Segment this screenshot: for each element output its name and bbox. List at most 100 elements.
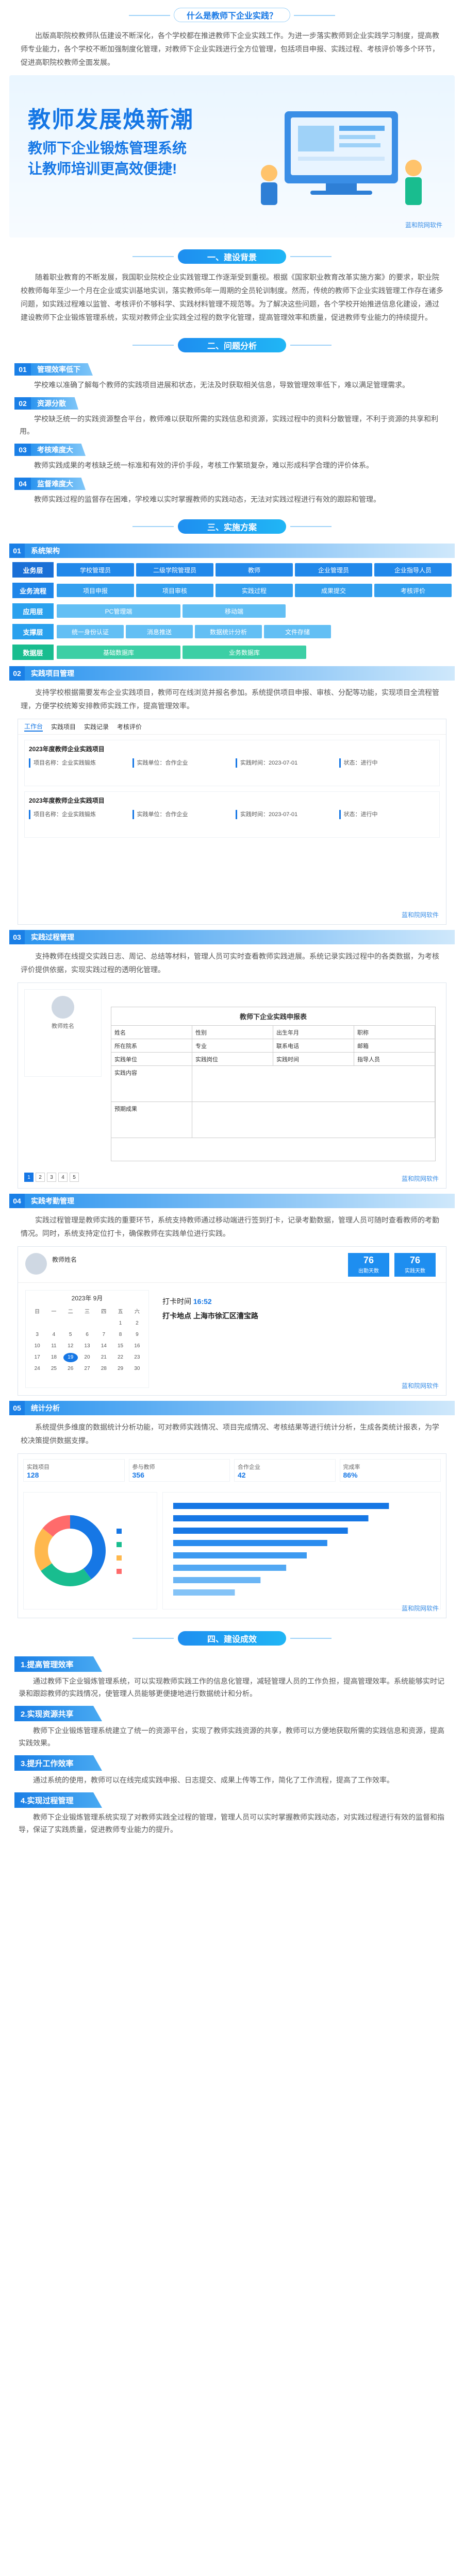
calendar-day[interactable]: 15 bbox=[113, 1342, 127, 1351]
page-button[interactable]: 4 bbox=[58, 1173, 68, 1182]
calendar-day[interactable]: 24 bbox=[30, 1364, 44, 1374]
table-cell: 实践单位 bbox=[111, 1053, 192, 1065]
arch-row: 业务层 学校管理员 二级学院管理员 教师 企业管理员 企业指导人员 bbox=[12, 561, 452, 579]
tab-projects[interactable]: 实践项目 bbox=[51, 722, 76, 731]
analysis-label: 资源分散 bbox=[31, 397, 78, 410]
stat-card: 完成率 86% bbox=[339, 1459, 441, 1482]
calendar-day[interactable]: 13 bbox=[80, 1342, 94, 1351]
project-card[interactable]: 2023年度教师企业实践项目 项目名称：企业实践锻炼 实践单位：合作企业 实践时… bbox=[24, 740, 440, 786]
calendar-day[interactable]: 12 bbox=[63, 1342, 78, 1351]
hero-subtitle-1: 教师下企业锻炼管理系统 bbox=[28, 140, 187, 156]
arch-row-label: 支撑层 bbox=[12, 624, 54, 639]
legend-swatch bbox=[117, 1529, 122, 1534]
arch-item: 二级学院管理员 bbox=[136, 563, 213, 577]
table-cell: 专业 bbox=[192, 1039, 273, 1052]
page-button[interactable]: 2 bbox=[36, 1173, 45, 1182]
calendar-day[interactable]: 11 bbox=[46, 1342, 61, 1351]
calendar-day[interactable]: 17 bbox=[30, 1353, 44, 1362]
calendar-day[interactable]: 28 bbox=[96, 1364, 111, 1374]
analysis-num: 03 bbox=[14, 444, 31, 456]
summary-item: 3.提升工作效率 通过系统的使用，教师可以在线完成实践申报、日志提交、成果上传等… bbox=[14, 1755, 450, 1786]
table-cell: 指导人员 bbox=[354, 1053, 435, 1065]
intro-text: 出版高职院校教师队伍建设不断深化，各个学校都在推进教师下企业实践工作。为进一步落… bbox=[21, 31, 439, 66]
arch-row-label: 数据层 bbox=[12, 645, 54, 660]
project-field: 实践时间：2023-07-01 bbox=[236, 758, 332, 768]
architecture-diagram: 业务层 学校管理员 二级学院管理员 教师 企业管理员 企业指导人员 业务流程 项… bbox=[12, 561, 452, 661]
tab-records[interactable]: 实践记录 bbox=[84, 722, 109, 731]
stat-card: 合作企业 42 bbox=[234, 1459, 336, 1482]
analysis-item: 04 监督难度大 教师实践过程的监督存在困难，学校难以实时掌握教师的实践动态，无法… bbox=[14, 477, 450, 505]
calendar-day[interactable]: 21 bbox=[96, 1353, 111, 1362]
calendar-day[interactable]: 23 bbox=[130, 1353, 144, 1362]
page-button[interactable]: 5 bbox=[70, 1173, 79, 1182]
form-title: 教师下企业实践申报表 bbox=[111, 1007, 435, 1026]
analysis-text: 学校难以准确了解每个教师的实践项目进展和状态，无法及时获取相关信息，导致管理效率… bbox=[34, 381, 409, 389]
legend-swatch bbox=[117, 1542, 122, 1547]
table-row: 实践单位 实践岗位 实践时间 指导人员 bbox=[111, 1053, 435, 1066]
calendar-day[interactable]: 7 bbox=[96, 1330, 111, 1340]
hero-logo: 蓝和院网软件 bbox=[405, 222, 442, 229]
analysis-item: 03 考核难度大 教师实践成果的考核缺乏统一标准和有效的评价手段，考核工作繁琐复杂… bbox=[14, 443, 450, 471]
analysis-num: 04 bbox=[14, 478, 31, 490]
arch-item: 教师 bbox=[216, 563, 293, 577]
weekday: 一 bbox=[51, 1309, 57, 1315]
page-button[interactable]: 3 bbox=[47, 1173, 56, 1182]
calendar-day[interactable]: 22 bbox=[113, 1353, 127, 1362]
arch-item: 成果提交 bbox=[295, 584, 372, 597]
avatar bbox=[52, 996, 74, 1019]
project-card[interactable]: 2023年度教师企业实践项目 项目名称：企业实践锻炼 实践单位：合作企业 实践时… bbox=[24, 791, 440, 838]
tab-workbench[interactable]: 工作台 bbox=[24, 722, 43, 732]
stat-cards: 实践项目 128 参与教师 356 合作企业 42 完成率 86% bbox=[18, 1454, 446, 1487]
bar bbox=[173, 1565, 287, 1571]
calendar-day[interactable]: 26 bbox=[63, 1364, 78, 1374]
project-field: 项目名称：企业实践锻炼 bbox=[29, 810, 125, 819]
feature-num: 03 bbox=[9, 930, 25, 944]
calendar-day[interactable]: 25 bbox=[46, 1364, 61, 1374]
calendar-day[interactable]: 2 bbox=[130, 1319, 144, 1328]
stat-value: 76 bbox=[363, 1255, 374, 1265]
weekday: 三 bbox=[84, 1309, 90, 1315]
arch-item: 业务数据库 bbox=[183, 646, 306, 659]
weekday: 日 bbox=[35, 1309, 40, 1315]
calendar-day[interactable]: 30 bbox=[130, 1364, 144, 1374]
feature-header: 04 实践考勤管理 bbox=[9, 1194, 455, 1208]
summary-title: 四、建设成效 bbox=[132, 1631, 332, 1646]
tab-evaluation[interactable]: 考核评价 bbox=[117, 722, 142, 731]
analysis-label: 管理效率低下 bbox=[31, 363, 93, 376]
project-field: 实践时间：2023-07-01 bbox=[236, 810, 332, 819]
table-cell: 所在院系 bbox=[111, 1039, 192, 1052]
calendar-day[interactable]: 20 bbox=[80, 1353, 94, 1362]
project-field: 实践单位：合作企业 bbox=[132, 758, 229, 768]
calendar-day[interactable]: 29 bbox=[113, 1364, 127, 1374]
analysis-label: 监督难度大 bbox=[31, 478, 86, 490]
page-button[interactable]: 1 bbox=[24, 1173, 34, 1182]
feature-num: 05 bbox=[9, 1401, 25, 1415]
calendar-day[interactable]: 27 bbox=[80, 1364, 94, 1374]
calendar-day[interactable]: 1 bbox=[113, 1319, 127, 1328]
calendar-day[interactable]: 9 bbox=[130, 1330, 144, 1340]
question-title: 什么是教师下企业实践？ bbox=[128, 8, 336, 22]
table-cell: 联系电话 bbox=[273, 1039, 354, 1052]
stat-label: 出勤天数 bbox=[358, 1268, 379, 1274]
analysis-num: 01 bbox=[14, 363, 31, 376]
weekday: 四 bbox=[101, 1309, 107, 1315]
calendar-day[interactable]: 19 bbox=[63, 1353, 78, 1362]
calendar-day[interactable]: 6 bbox=[80, 1330, 94, 1340]
watermark: 蓝和院网软件 bbox=[401, 911, 439, 919]
loc-label: 打卡地点 bbox=[162, 1312, 191, 1320]
feature-text: 系统提供多维度的数据统计分析功能，可对教师实践情况、项目完成情况、考核结果等进行… bbox=[21, 1423, 439, 1445]
calendar-day[interactable]: 5 bbox=[63, 1330, 78, 1340]
feature-num: 02 bbox=[9, 666, 25, 681]
calendar-grid: 日 一 二 三 四 五 六 1 2 3 4 5 6 7 8 9 10 11 12 13 14 15 16 17 1… bbox=[26, 1306, 148, 1376]
summary-text: 通过系统的使用，教师可以在线完成实践申报、日志提交、成果上传等工作，简化了工作流… bbox=[33, 1776, 394, 1784]
calendar-day[interactable]: 4 bbox=[46, 1330, 61, 1340]
calendar-day[interactable]: 10 bbox=[30, 1342, 44, 1351]
calendar-day[interactable]: 14 bbox=[96, 1342, 111, 1351]
calendar-day[interactable]: 8 bbox=[113, 1330, 127, 1340]
calendar-day[interactable]: 3 bbox=[30, 1330, 44, 1340]
arch-item: 项目审核 bbox=[136, 584, 213, 597]
stat-card-label: 参与教师 bbox=[132, 1464, 155, 1470]
calendar-day[interactable]: 16 bbox=[130, 1342, 144, 1351]
calendar-day[interactable]: 18 bbox=[46, 1353, 61, 1362]
screenshot-statistics: 实践项目 128 参与教师 356 合作企业 42 完成率 86% 蓝和院网软件 bbox=[18, 1453, 446, 1618]
